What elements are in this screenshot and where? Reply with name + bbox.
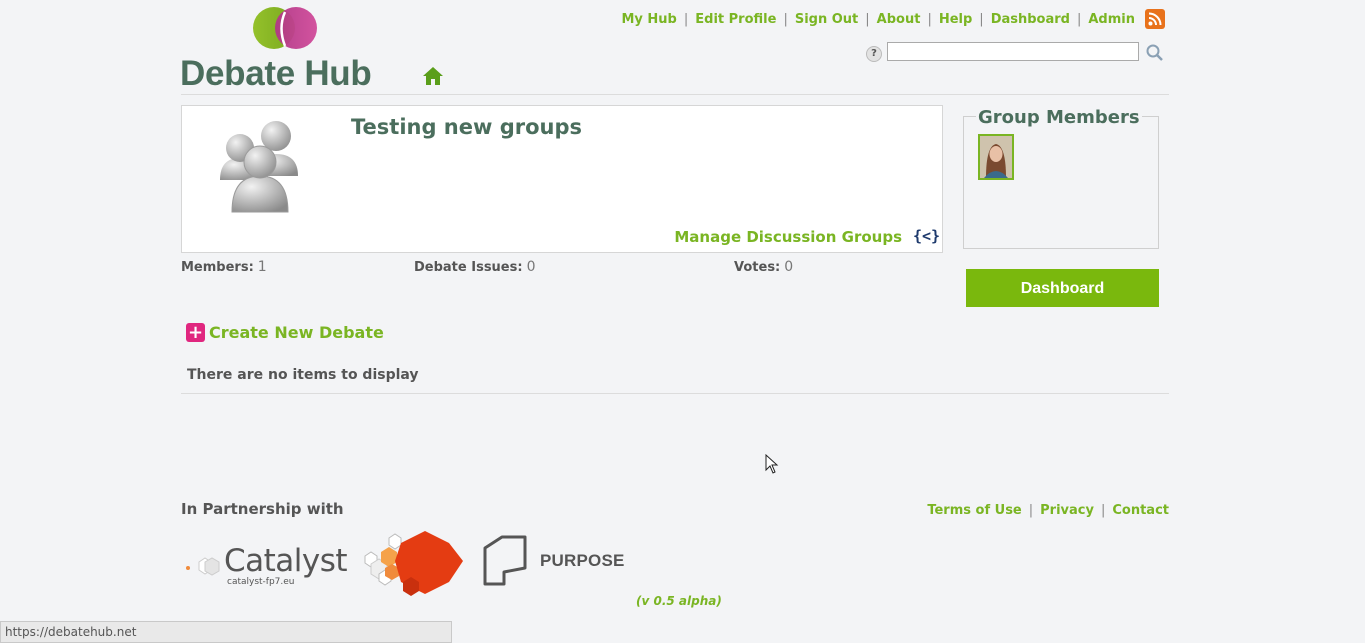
logo-mark-icon (253, 7, 317, 49)
purpose-logo[interactable]: PURPOSE (482, 534, 632, 590)
mouse-cursor-icon (765, 454, 779, 474)
create-debate-button[interactable]: + Create New Debate (186, 323, 384, 342)
browser-status-bar: https://debatehub.net (0, 621, 452, 643)
nav-separator: | (865, 11, 870, 27)
group-members-panel: Group Members (963, 107, 1159, 249)
search-icon[interactable] (1145, 43, 1165, 63)
embed-icon[interactable]: {<} (913, 225, 940, 247)
nav-separator: | (979, 11, 984, 27)
site-logo[interactable]: Debate Hub (180, 6, 395, 93)
group-members-title: Group Members (976, 107, 1142, 128)
search-input[interactable] (887, 42, 1139, 61)
rss-icon[interactable] (1145, 9, 1165, 29)
terms-link[interactable]: Terms of Use (927, 503, 1021, 518)
catalyst-logo[interactable]: Catalyst catalyst-fp7.eu (185, 530, 465, 598)
nav-separator: | (683, 11, 689, 27)
issues-value: 0 (526, 259, 536, 275)
nav-about[interactable]: About (877, 12, 921, 27)
top-nav: My Hub | Edit Profile | Sign Out | About… (621, 9, 1165, 29)
header-divider (181, 94, 1169, 95)
home-icon[interactable] (421, 64, 445, 88)
footer-links: Terms of Use | Privacy | Contact (927, 503, 1169, 518)
purpose-mark-icon (483, 535, 527, 586)
create-debate-label: Create New Debate (209, 323, 384, 342)
group-title: Testing new groups (351, 115, 583, 139)
issues-label: Debate Issues: (414, 260, 523, 275)
footer-separator: | (1028, 503, 1034, 518)
catalyst-name: Catalyst (224, 543, 348, 579)
dashboard-button[interactable]: Dashboard (966, 269, 1159, 307)
purpose-name: PURPOSE (540, 551, 625, 570)
nav-separator: | (783, 11, 788, 27)
member-avatar[interactable] (978, 134, 1014, 180)
nav-sign-out[interactable]: Sign Out (795, 12, 858, 27)
empty-list-message: There are no items to display (187, 367, 419, 383)
members-value: 1 (257, 259, 267, 275)
contact-link[interactable]: Contact (1112, 503, 1169, 518)
members-stat: Members: 1 (181, 259, 267, 275)
partnership-heading: In Partnership with (181, 500, 344, 518)
group-avatar-icon (220, 121, 298, 213)
nav-dashboard[interactable]: Dashboard (991, 12, 1070, 27)
nav-my-hub[interactable]: My Hub (621, 12, 676, 27)
list-divider (181, 393, 1169, 394)
issues-stat: Debate Issues: 0 (414, 259, 536, 275)
plus-icon: + (186, 322, 205, 343)
group-card: Testing new groups Manage Discussion Gro… (181, 105, 943, 253)
search-help-icon[interactable]: ? (866, 46, 882, 62)
nav-admin[interactable]: Admin (1088, 12, 1135, 27)
votes-label: Votes: (734, 260, 781, 275)
nav-help[interactable]: Help (939, 12, 972, 27)
nav-edit-profile[interactable]: Edit Profile (695, 12, 776, 27)
nav-separator: | (927, 11, 932, 27)
votes-stat: Votes: 0 (734, 259, 793, 275)
site-brand-name: Debate Hub (180, 54, 372, 93)
catalyst-url: catalyst-fp7.eu (227, 577, 295, 587)
votes-value: 0 (784, 259, 794, 275)
members-label: Members: (181, 260, 254, 275)
version-label: (v 0.5 alpha) (636, 594, 722, 608)
nav-separator: | (1076, 11, 1082, 27)
footer-separator: | (1100, 503, 1106, 518)
manage-groups-link[interactable]: Manage Discussion Groups (674, 228, 902, 246)
privacy-link[interactable]: Privacy (1040, 503, 1094, 518)
